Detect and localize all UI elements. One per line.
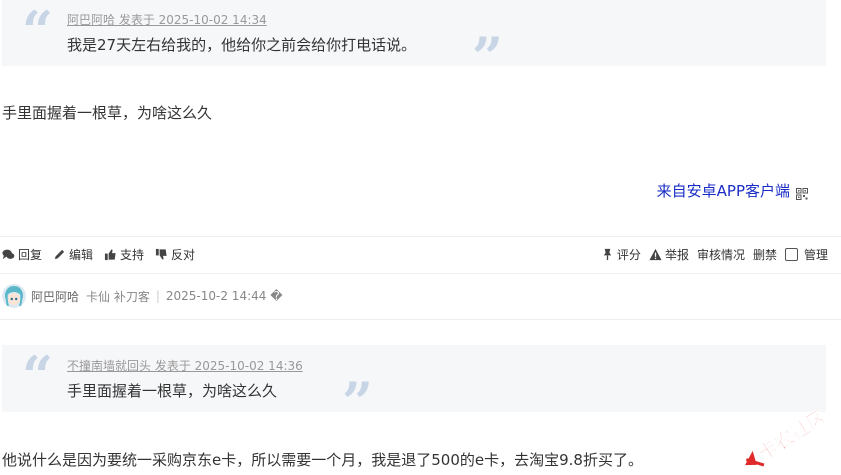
report-button[interactable]: 举报	[649, 246, 689, 263]
close-quote-icon: ”	[342, 370, 374, 434]
warning-icon	[649, 248, 662, 261]
reply-icon	[2, 249, 15, 260]
close-quote-icon: ”	[472, 25, 504, 89]
watermark-logo: 卡农社区	[733, 405, 833, 469]
svg-text:卡农社区: 卡农社区	[754, 409, 831, 465]
divider	[0, 319, 841, 320]
reply-timestamp: 2025-10-2 14:44 �	[165, 289, 283, 303]
open-quote-icon: “	[22, 0, 54, 63]
post-message: 手里面握着一根草，为啥这么久	[2, 104, 213, 122]
manage-checkbox[interactable]: 管理	[784, 246, 828, 263]
quote-author-link[interactable]: 不撞南墙就回头 发表于 2025-10-02 14:36	[67, 357, 303, 374]
oppose-button[interactable]: 反对	[155, 246, 195, 263]
ban-link[interactable]: 删禁	[753, 246, 777, 263]
reply-username[interactable]: 阿巴阿哈	[31, 288, 79, 305]
reply-author-row: 阿巴阿哈 卡仙 补刀客 | 2025-10-2 14:44 �	[2, 283, 283, 309]
thumbs-up-icon	[104, 249, 116, 261]
support-label: 支持	[120, 248, 145, 262]
app-source-link[interactable]: 来自安卓APP客户端	[657, 180, 790, 201]
open-quote-icon: “	[22, 344, 54, 408]
checkbox[interactable]	[784, 248, 798, 261]
reply-label: 回复	[18, 248, 43, 262]
manage-label: 管理	[803, 248, 828, 262]
avatar[interactable]	[2, 284, 26, 308]
pin-icon	[603, 248, 612, 261]
quote-block: “ 阿巴阿哈 发表于 2025-10-02 14:34 我是27天左右给我的，他…	[2, 0, 826, 84]
report-label: 举报	[664, 248, 689, 262]
reply-button[interactable]: 回复	[2, 246, 42, 263]
quote-text: 我是27天左右给我的，他给你之前会给你打电话说。	[67, 36, 417, 54]
quote-author-link[interactable]: 阿巴阿哈 发表于 2025-10-02 14:34	[67, 11, 267, 28]
app-source: 来自安卓APP客户端	[657, 180, 808, 201]
user-rank: 卡仙 补刀客	[86, 289, 150, 304]
post-message: 他说什么是因为要统一采购京东e卡，所以需要一个月，我是退了500的e卡，去淘宝9…	[2, 451, 643, 469]
qr-code-icon[interactable]	[796, 185, 808, 200]
review-status-link[interactable]: 审核情况	[697, 246, 745, 263]
post-actions-left: 回复 编辑 支持 反对	[2, 246, 195, 263]
separator: |	[155, 289, 160, 303]
post-actions-right: 评分 举报 审核情况 删禁 管理	[601, 246, 828, 263]
edit-label: 编辑	[69, 248, 94, 262]
oppose-label: 反对	[171, 248, 196, 262]
edit-button[interactable]: 编辑	[53, 246, 93, 263]
divider	[0, 236, 841, 237]
pencil-icon	[54, 249, 65, 260]
post-action-bar: 回复 编辑 支持 反对 评分 举报 审核情况 删禁 管理	[0, 244, 828, 264]
support-button[interactable]: 支持	[104, 246, 144, 263]
rate-button[interactable]: 评分	[601, 246, 641, 263]
thumbs-down-icon	[155, 248, 167, 260]
quote-text: 手里面握着一根草，为啥这么久	[67, 382, 278, 400]
divider	[0, 273, 841, 274]
rate-label: 评分	[616, 248, 641, 262]
forum-thread-page: “ 阿巴阿哈 发表于 2025-10-02 14:34 我是27天左右给我的，他…	[0, 0, 841, 475]
quote-block: “ 不撞南墙就回头 发表于 2025-10-02 14:36 手里面握着一根草，…	[2, 344, 826, 429]
